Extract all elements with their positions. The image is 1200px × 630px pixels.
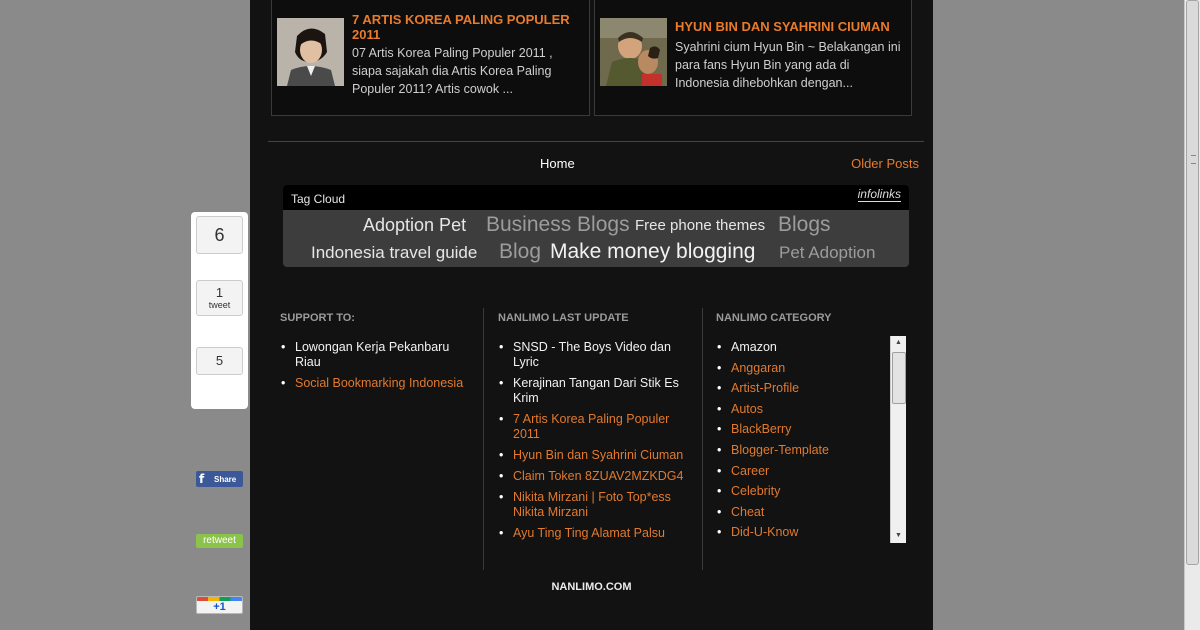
last-update-list: SNSD - The Boys Video dan Lyric Kerajina…	[498, 340, 688, 547]
tag-cloud-title: Tag Cloud	[291, 192, 346, 206]
list-item[interactable]: Celebrity	[716, 484, 886, 499]
list-item[interactable]: Blogger-Template	[716, 443, 886, 458]
scrollbar-thumb[interactable]	[892, 352, 906, 404]
update-link[interactable]: Kerajinan Tangan Dari Stik Es Krim	[513, 376, 679, 405]
list-item[interactable]: Autos	[716, 402, 886, 417]
category-link[interactable]: Amazon	[731, 340, 777, 354]
related-post-card[interactable]: 7 ARTIS KOREA PALING POPULER 2011 07 Art…	[271, 0, 590, 116]
post-snippet: 07 Artis Korea Paling Populer 2011 , sia…	[352, 46, 553, 96]
tag-link[interactable]: Indonesia travel guide	[311, 243, 477, 263]
column-divider	[702, 308, 703, 570]
tag-link[interactable]: Pet Adoption	[779, 243, 875, 263]
list-item[interactable]: Kerajinan Tangan Dari Stik Es Krim	[498, 376, 688, 406]
update-link[interactable]: Hyun Bin dan Syahrini Ciuman	[513, 448, 683, 462]
tweet-count: 1	[215, 285, 224, 300]
retweet-button[interactable]: retweet	[196, 534, 243, 548]
window-scrollbar-thumb[interactable]	[1186, 0, 1199, 565]
tag-link[interactable]: Blogs	[778, 213, 831, 237]
category-list: Amazon Anggaran Artist-Profile Autos Bla…	[716, 340, 886, 543]
list-item[interactable]: Claim Token 8ZUAV2MZKDG4	[498, 469, 688, 484]
category-link[interactable]: Cheat	[731, 505, 764, 519]
category-link[interactable]: Artist-Profile	[731, 381, 799, 395]
post-thumbnail[interactable]	[277, 18, 344, 86]
post-thumbnail[interactable]	[600, 18, 667, 86]
support-link[interactable]: Social Bookmarking Indonesia	[295, 376, 463, 390]
list-item[interactable]: Lowongan Kerja Pekanbaru Riau	[280, 340, 470, 370]
tweet-count-box: 1 tweet	[196, 280, 243, 316]
list-item[interactable]: Artist-Profile	[716, 381, 886, 396]
list-item[interactable]: Nikita Mirzani | Foto Top*ess Nikita Mir…	[498, 490, 688, 520]
scroll-up-arrow-icon[interactable]: ▲	[891, 336, 906, 350]
section-divider	[268, 141, 924, 142]
list-item[interactable]: Ayu Ting Ting Alamat Palsu	[498, 526, 688, 541]
list-item[interactable]: Cheat	[716, 505, 886, 520]
tag-link[interactable]: Blog	[499, 240, 541, 264]
list-item[interactable]: Anggaran	[716, 361, 886, 376]
update-link[interactable]: Ayu Ting Ting Alamat Palsu	[513, 526, 665, 540]
update-link[interactable]: Claim Token 8ZUAV2MZKDG4	[513, 469, 683, 483]
category-link[interactable]: Career	[731, 464, 769, 478]
support-list: Lowongan Kerja Pekanbaru Riau Social Boo…	[280, 340, 470, 397]
home-link[interactable]: Home	[540, 156, 575, 171]
scrollbar-grip-icon	[1191, 155, 1196, 164]
post-title[interactable]: HYUN BIN DAN SYAHRINI CIUMAN	[675, 19, 901, 34]
last-update-heading: NANLIMO LAST UPDATE	[498, 312, 629, 324]
tag-link[interactable]: Make money blogging	[550, 240, 755, 264]
tag-link[interactable]: Free phone themes	[635, 217, 765, 234]
gplus-count: 5	[196, 347, 243, 375]
list-item[interactable]: Hyun Bin dan Syahrini Ciuman	[498, 448, 688, 463]
support-link[interactable]: Lowongan Kerja Pekanbaru Riau	[295, 340, 449, 369]
facebook-share-count: 6	[196, 216, 243, 254]
support-heading: SUPPORT TO:	[280, 312, 355, 324]
facebook-share-button[interactable]: f Share	[196, 471, 243, 487]
list-item[interactable]: SNSD - The Boys Video dan Lyric	[498, 340, 688, 370]
update-link[interactable]: Nikita Mirzani | Foto Top*ess Nikita Mir…	[513, 490, 671, 519]
category-link[interactable]: Anggaran	[731, 361, 785, 375]
list-item[interactable]: Amazon	[716, 340, 886, 355]
category-link[interactable]: BlackBerry	[731, 422, 791, 436]
related-post-card[interactable]: HYUN BIN DAN SYAHRINI CIUMAN Syahrini ci…	[594, 0, 912, 116]
update-link[interactable]: SNSD - The Boys Video dan Lyric	[513, 340, 671, 369]
category-link[interactable]: Celebrity	[731, 484, 780, 498]
post-title[interactable]: 7 ARTIS KOREA PALING POPULER 2011	[352, 12, 579, 42]
tag-cloud-widget: Tag Cloud infolinks Adoption Pet Busines…	[283, 185, 909, 267]
older-posts-link[interactable]: Older Posts	[851, 156, 919, 171]
facebook-share-label: Share	[214, 475, 237, 484]
update-link[interactable]: 7 Artis Korea Paling Populer 2011	[513, 412, 669, 441]
category-link[interactable]: Blogger-Template	[731, 443, 829, 457]
tag-link[interactable]: Business Blogs	[486, 213, 630, 237]
tag-cloud-header: Tag Cloud infolinks	[283, 185, 909, 210]
list-item[interactable]: Career	[716, 464, 886, 479]
blog-page: 7 ARTIS KOREA PALING POPULER 2011 07 Art…	[250, 0, 933, 630]
tag-link[interactable]: Adoption Pet	[363, 215, 466, 236]
scroll-down-arrow-icon[interactable]: ▼	[891, 529, 906, 543]
tweet-word: tweet	[208, 300, 231, 310]
list-item[interactable]: Social Bookmarking Indonesia	[280, 376, 470, 391]
facebook-icon: f	[199, 472, 205, 486]
window-scrollbar[interactable]	[1184, 0, 1200, 630]
google-plus-one-label: +1	[213, 601, 226, 613]
category-scrollbox[interactable]: Amazon Anggaran Artist-Profile Autos Bla…	[716, 336, 906, 543]
list-item[interactable]: Did-U-Know	[716, 525, 886, 540]
floating-share-bar: 6 f Share 1 tweet retweet 5 +1	[191, 212, 248, 614]
list-item[interactable]: 7 Artis Korea Paling Populer 2011	[498, 412, 688, 442]
category-link[interactable]: Did-U-Know	[731, 525, 798, 539]
category-link[interactable]: Autos	[731, 402, 763, 416]
post-snippet: Syahrini cium Hyun Bin ~ Belakangan ini …	[675, 40, 901, 90]
category-scrollbar[interactable]: ▲ ▼	[890, 336, 906, 543]
category-heading: NANLIMO CATEGORY	[716, 312, 832, 324]
site-footer[interactable]: NANLIMO.COM	[250, 581, 933, 593]
column-divider	[483, 308, 484, 570]
google-plus-one-button[interactable]: +1	[196, 596, 243, 614]
list-item[interactable]: BlackBerry	[716, 422, 886, 437]
infolinks-logo[interactable]: infolinks	[857, 187, 901, 202]
